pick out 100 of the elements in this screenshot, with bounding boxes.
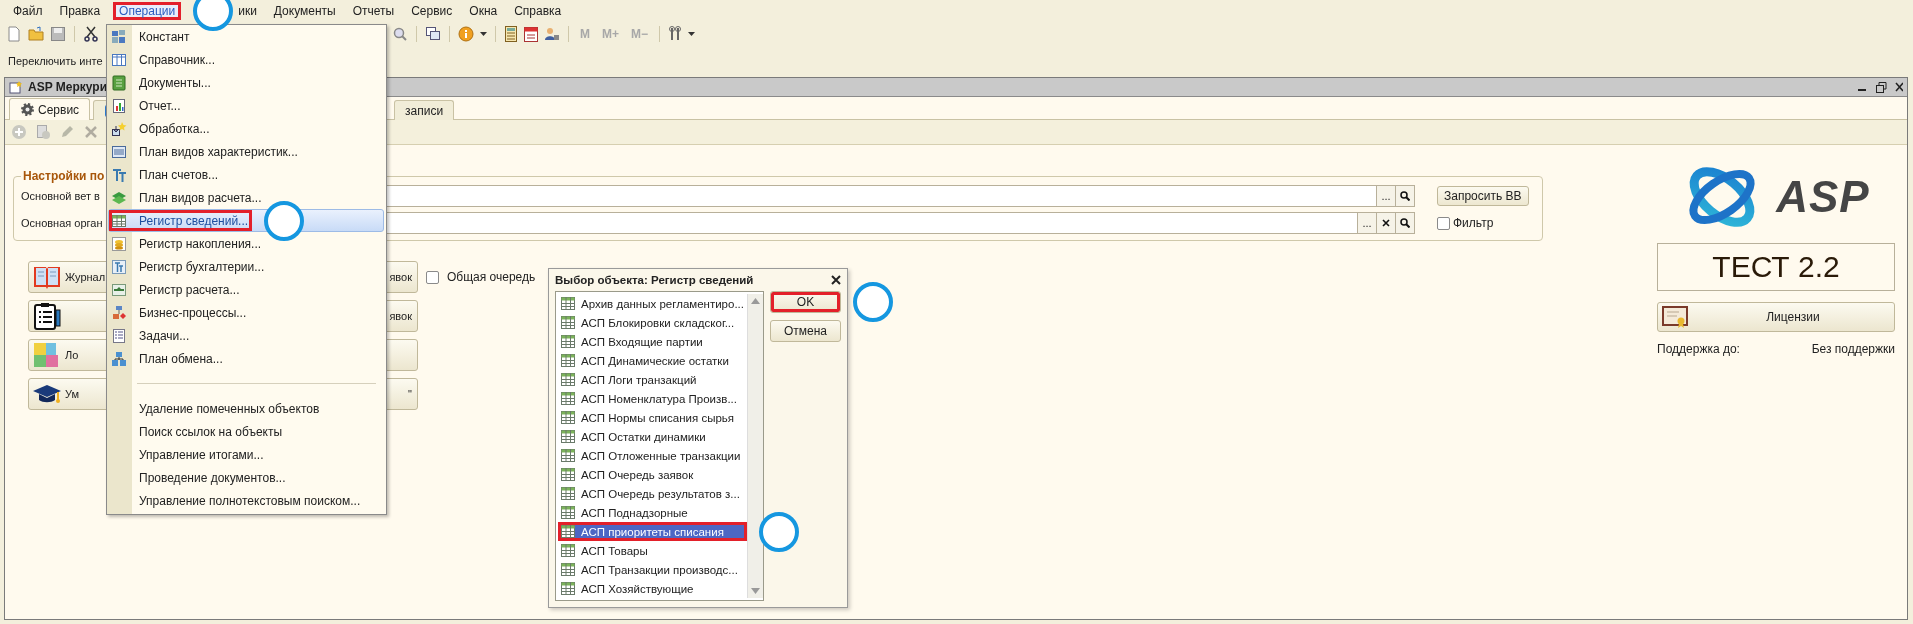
table-icon — [561, 449, 575, 462]
menu-item[interactable]: Правка — [55, 2, 105, 20]
list-item[interactable]: АСП Нормы списания сырья — [558, 408, 747, 427]
grid-icon — [111, 143, 127, 160]
close-icon[interactable] — [831, 275, 841, 285]
save-icon[interactable] — [50, 26, 66, 42]
list-item[interactable]: АСП Логи транзакций — [558, 370, 747, 389]
menu-item[interactable]: Документы... — [108, 71, 384, 94]
blocks-icon — [111, 28, 127, 45]
grid-icon — [111, 212, 127, 229]
list-item[interactable]: АСП Номенклатура Произв... — [558, 389, 747, 408]
menu-item[interactable]: Управление итогами... — [108, 443, 384, 466]
open-button[interactable] — [1395, 186, 1414, 206]
menu-item[interactable]: План обмена... — [108, 347, 384, 370]
menu-item[interactable]: Сервис — [407, 2, 457, 20]
menu-item[interactable]: Файл — [9, 2, 47, 20]
menu-item[interactable]: Констант — [108, 25, 384, 48]
table-icon — [561, 430, 575, 443]
shared-queue-label: Общая очередь — [447, 270, 536, 284]
list-item[interactable]: АСП Блокировки складског... — [558, 313, 747, 332]
caret-icon[interactable] — [480, 32, 487, 36]
list-item[interactable]: АСП Входящие партии — [558, 332, 747, 351]
menu-item[interactable]: Окна — [465, 2, 502, 20]
list-item[interactable]: Архив данных регламентиро... — [558, 294, 747, 313]
version-label: ТЕСТ 2.2 — [1657, 243, 1895, 291]
menu-item[interactable]: Проведение документов... — [108, 466, 384, 489]
dialog-title: Выбор объекта: Регистр сведений — [555, 274, 754, 286]
scissors-icon[interactable] — [83, 26, 99, 42]
support-value: Без поддержки — [1811, 342, 1895, 356]
dialog-button[interactable]: Отмена — [770, 320, 841, 342]
tools-icon[interactable] — [668, 26, 683, 42]
menu-item[interactable]: Отчет... — [108, 94, 384, 117]
dialog-button[interactable]: OK — [770, 291, 841, 313]
tab[interactable]: Сервис — [9, 98, 91, 120]
list-item[interactable]: АСП Товары — [558, 541, 747, 560]
table-icon — [561, 563, 575, 576]
list-item[interactable]: АСП Отложенные транзакции — [558, 446, 747, 465]
menu-item[interactable]: Регистр накопления... — [108, 232, 384, 255]
filter-checkbox[interactable] — [1437, 216, 1450, 230]
menu-item[interactable]: Управление полнотекстовым поиском... — [108, 489, 384, 512]
list-item[interactable]: АСП Поднадзорные — [558, 503, 747, 522]
field-label: Основная орган — [21, 217, 103, 229]
menu-item[interactable]: Справочник... — [108, 48, 384, 71]
list-item[interactable]: АСП Очередь результатов з... — [558, 484, 747, 503]
table-icon — [561, 468, 575, 481]
table-icon — [561, 316, 575, 329]
open-button[interactable] — [1395, 213, 1414, 233]
search-next-icon[interactable] — [392, 26, 408, 42]
list-document-icon — [111, 327, 127, 344]
menu-item[interactable]: Операции — [113, 2, 182, 20]
restore-icon[interactable] — [1875, 81, 1887, 93]
clear-button[interactable] — [1376, 213, 1395, 233]
choose-button[interactable]: ... — [1357, 213, 1376, 233]
request-button[interactable]: Запросить ВВ — [1437, 186, 1529, 206]
coins-icon — [111, 235, 127, 252]
menu-item[interactable]: Отчеты — [348, 2, 399, 20]
licenses-button[interactable]: Лицензии — [1657, 302, 1895, 332]
menu-item[interactable]: Бизнес-процессы... — [108, 301, 384, 324]
menu-item[interactable]: Удаление помеченных объектов — [108, 397, 384, 420]
list-item[interactable]: АСП приоритеты списания — [558, 522, 747, 541]
menu-item[interactable]: План счетов... — [108, 163, 384, 186]
book-icon — [32, 264, 62, 290]
certificate-icon — [1662, 306, 1688, 328]
group-title: Настройки по — [22, 169, 106, 183]
list-item[interactable]: АСП Динамические остатки — [558, 351, 747, 370]
list-item[interactable]: АСП Остатки динамики — [558, 427, 747, 446]
list-item[interactable]: АСП Хозяйствующие — [558, 579, 747, 598]
table-icon — [561, 411, 575, 424]
menu-item[interactable]: ики — [234, 2, 261, 20]
search-icon — [1400, 191, 1410, 201]
calculator-icon[interactable] — [504, 26, 518, 42]
table-icon — [561, 506, 575, 519]
menu-item[interactable]: Задачи... — [108, 324, 384, 347]
filter-label: Фильтр — [1453, 216, 1494, 230]
clipboard-icon — [32, 302, 62, 330]
table-icon — [561, 297, 575, 310]
switch-interface-link[interactable]: Переключить инте — [8, 55, 103, 67]
windows-icon[interactable] — [425, 26, 441, 42]
table-icon — [561, 354, 575, 367]
gear-icon — [20, 102, 35, 117]
t-shape-icon — [111, 258, 127, 275]
caret-icon[interactable] — [688, 32, 696, 36]
menu-item[interactable]: Регистр бухгалтерии... — [108, 255, 384, 278]
menu-item[interactable]: Регистр расчета... — [108, 278, 384, 301]
calendar-icon[interactable] — [524, 26, 538, 42]
menu-item[interactable]: Документы — [269, 2, 340, 20]
clear-icon — [1382, 219, 1390, 227]
menu-item[interactable]: Поиск ссылок на объекты — [108, 420, 384, 443]
choose-button[interactable]: ... — [1376, 186, 1395, 206]
menu-item[interactable]: Справка — [510, 2, 566, 20]
shared-queue-checkbox[interactable] — [426, 270, 439, 284]
menu-item[interactable]: План видов характеристик... — [108, 140, 384, 163]
tab[interactable]: записи — [394, 100, 455, 120]
list-item[interactable]: АСП Очередь заявок — [558, 465, 747, 484]
window-title: ASP Меркури — [28, 80, 108, 94]
table-icon — [561, 335, 575, 348]
list-item[interactable]: АСП Транзакции производс... — [558, 560, 747, 579]
info-icon[interactable] — [458, 26, 474, 42]
close-icon[interactable] — [1895, 82, 1903, 92]
menu-item[interactable]: Обработка... — [108, 117, 384, 140]
